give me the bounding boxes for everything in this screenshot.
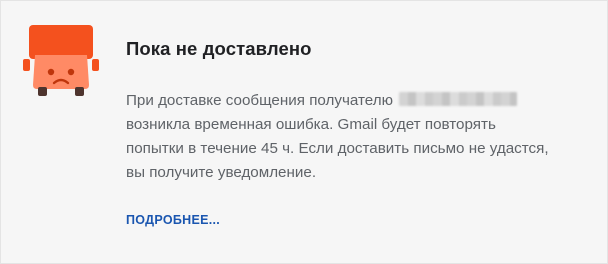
notice-title: Пока не доставлено [126, 38, 312, 59]
notice-body-line-3: попытки в течение 45 ч. Если доставить п… [126, 140, 549, 157]
notice-body-line-4: вы получите уведомление. [126, 164, 317, 181]
delivery-status-card: Пока не доставлено При доставке сообщени… [0, 0, 608, 264]
redacted-recipient-address [399, 92, 517, 106]
notice-body: При доставке сообщения получателю возник… [126, 89, 596, 185]
notice-body-text-1: При доставке сообщения получателю [126, 92, 393, 109]
delivery-truck-icon [23, 25, 99, 96]
learn-more-link[interactable]: ПОДРОБНЕЕ... [126, 213, 220, 227]
notice-body-line-2: возникла временная ошибка. Gmail будет п… [126, 116, 496, 133]
notice-body-line-1: При доставке сообщения получателю [126, 89, 596, 113]
